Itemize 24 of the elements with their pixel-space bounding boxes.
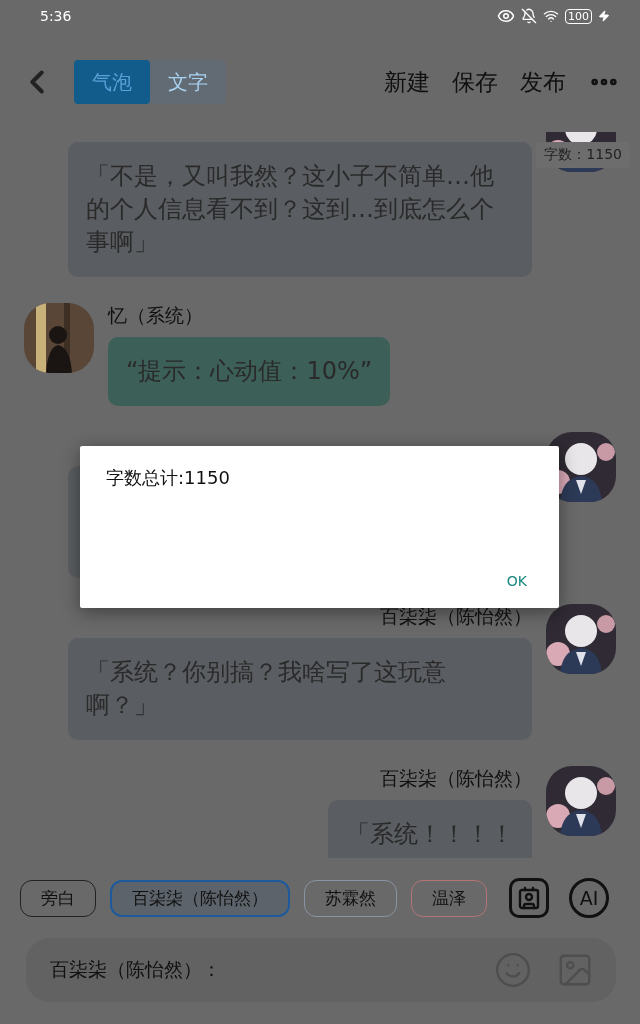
character-chip[interactable]: 百柒柒（陈怡然） [110,879,290,917]
charging-icon [598,10,610,22]
mode-tab[interactable]: 气泡 [74,60,150,104]
sender-name: 百柒柒（陈怡然） [380,766,532,790]
dialog-message: 字数总计:1150 [106,466,231,490]
battery-level: 100 [565,8,592,24]
header-action[interactable]: 发布 [520,66,566,98]
eye-icon [497,7,515,25]
bell-off-icon [521,8,537,24]
ai-button[interactable]: AI [569,878,609,918]
sender-name: 百柒柒（陈怡然） [380,604,532,628]
wifi-icon [543,8,559,24]
header-action[interactable]: 新建 [384,66,430,98]
ok-button[interactable]: OK [500,572,533,590]
status-time: 5:36 [40,8,72,24]
speaker-prefix: 百柒柒（陈怡然）： [50,957,221,982]
word-count: 字数：1150 [536,142,630,168]
character-chip[interactable]: 苏霖然 [304,879,397,917]
character-chip[interactable]: 温泽 [411,879,487,917]
mode-tab[interactable]: 文字 [150,60,226,104]
contact-card-icon[interactable] [509,878,549,918]
sender-name: 忆（系统） [108,303,203,327]
character-chip[interactable]: 旁白 [20,879,96,917]
header-action[interactable]: 保存 [452,66,498,98]
